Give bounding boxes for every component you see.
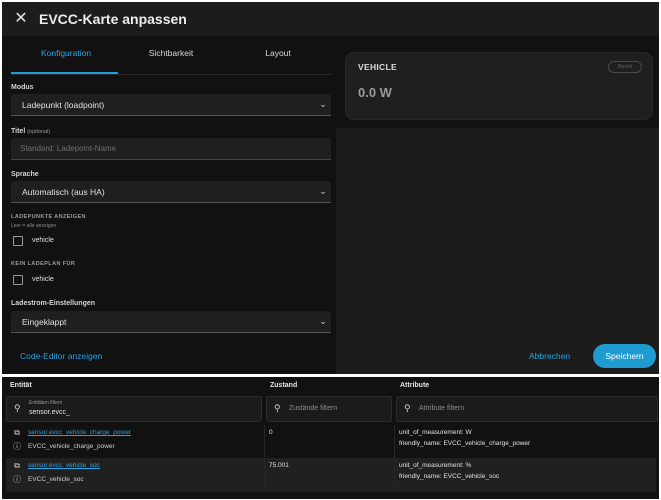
chevron-down-icon: ⌄ [319,186,327,196]
tab-divider [11,74,331,75]
attribute-filter-input[interactable]: ⚲ Attribute filtern [396,396,658,422]
language-label: Sprache [11,171,39,178]
entity-id-link[interactable]: sensor.evcc_vehicle_soc [28,462,100,469]
title-optional-text: (optional) [27,129,51,135]
entity-attribute-unit: unit_of_measurement: W [399,429,472,436]
column-header-state: Zustand [270,382,298,389]
chevron-down-icon: ⌄ [319,99,327,109]
dialog-title: EVCC-Karte anpassen [39,11,187,27]
loadpoints-label: LADEPUNKTE ANZEIGEN [11,214,86,220]
title-label-text: Titel [11,128,26,135]
chevron-down-icon: ⌄ [319,316,327,326]
cancel-button[interactable]: Abbrechen [529,351,570,361]
column-divider [264,425,265,459]
search-icon: ⚲ [274,403,281,413]
title-placeholder: Standard: Ladepoint-Name [20,144,117,153]
code-editor-button[interactable]: Code-Editor anzeigen [20,351,102,361]
preview-power-value: 0.0 W [358,85,392,100]
language-select[interactable]: Automatisch (aus HA) ⌄ [11,181,331,203]
preview-status-badge: Bereit [608,61,642,73]
copy-icon[interactable]: ⧉ [12,428,22,438]
title-label: Titel (optional) [11,128,50,135]
state-filter-placeholder: Zustände filtern [289,405,338,412]
close-icon[interactable]: ✕ [11,9,31,29]
entity-friendly-name: EVCC_vehicle_soc [28,476,84,483]
attribute-filter-placeholder: Attribute filtern [419,405,465,412]
language-value: Automatisch (aus HA) [22,187,105,197]
tab-konfiguration[interactable]: Konfiguration [16,48,116,58]
title-field[interactable]: Standard: Ladepoint-Name [11,138,331,160]
table-row: ⧉ sensor.evcc_vehicle_charge_power ⓘ EVC… [6,425,656,459]
current-settings-select[interactable]: Eingeklappt ⌄ [11,311,331,333]
config-pane: Konfiguration Sichtbarkeit Layout Modus … [2,36,336,374]
column-divider [394,458,395,492]
entity-attribute-unit: unit_of_measurement: % [399,462,472,469]
entity-attribute-friendly-name: friendly_name: EVCC_vehicle_soc [399,473,500,480]
entity-friendly-name: EVCC_vehicle_charge_power [28,443,115,450]
current-settings-label: Ladestrom-Einstellungen [11,300,96,307]
save-button[interactable]: Speichern [593,344,656,368]
loadpoint-vehicle-checkbox[interactable] [13,236,23,246]
card-editor-dialog: ✕ EVCC-Karte anpassen Konfiguration Sich… [2,2,659,374]
entity-filter-value: sensor.evcc_ [29,409,70,416]
preview-pane-lower [336,128,659,374]
entity-state-table: Entität Zustand Attribute ⚲ Entitäten fi… [2,377,659,499]
no-plan-vehicle-checkbox[interactable] [13,275,23,285]
entity-state: 75.001 [269,462,289,469]
entity-filter-label: Entitäten filtern [29,400,63,406]
info-icon[interactable]: ⓘ [12,442,22,452]
preview-card: VEHICLE 0.0 W Bereit [345,52,653,120]
entity-attribute-friendly-name: friendly_name: EVCC_vehicle_charge_power [399,440,531,447]
copy-icon[interactable]: ⧉ [12,461,22,471]
entity-state: 0 [269,429,273,436]
state-filter-input[interactable]: ⚲ Zustände filtern [266,396,392,422]
tab-layout[interactable]: Layout [228,48,328,58]
loadpoint-vehicle-label: vehicle [32,237,54,244]
mode-label: Modus [11,84,34,91]
table-row: ⧉ sensor.evcc_vehicle_soc ⓘ EVCC_vehicle… [6,458,656,492]
mode-select[interactable]: Ladepunkt (loadpoint) ⌄ [11,94,331,116]
loadpoints-hint: Leer = alle anzeigen [11,223,57,229]
search-icon: ⚲ [14,403,21,413]
preview-vehicle-name: VEHICLE [358,62,397,72]
entity-filter-input[interactable]: ⚲ Entitäten filtern sensor.evcc_ [6,396,262,422]
info-icon[interactable]: ⓘ [12,475,22,485]
column-header-entity: Entität [10,382,32,389]
current-settings-value: Eingeklappt [22,317,67,327]
mode-value: Ladepunkt (loadpoint) [22,100,105,110]
no-plan-vehicle-label: vehicle [32,276,54,283]
tab-sichtbarkeit[interactable]: Sichtbarkeit [121,48,221,58]
column-header-attributes: Attribute [400,382,430,389]
column-divider [264,458,265,492]
search-icon: ⚲ [404,403,411,413]
dialog-header: ✕ EVCC-Karte anpassen [2,2,659,36]
no-plan-label: KEIN LADEPLAN FÜR [11,261,76,267]
entity-id-link[interactable]: sensor.evcc_vehicle_charge_power [28,429,131,436]
column-divider [394,425,395,459]
